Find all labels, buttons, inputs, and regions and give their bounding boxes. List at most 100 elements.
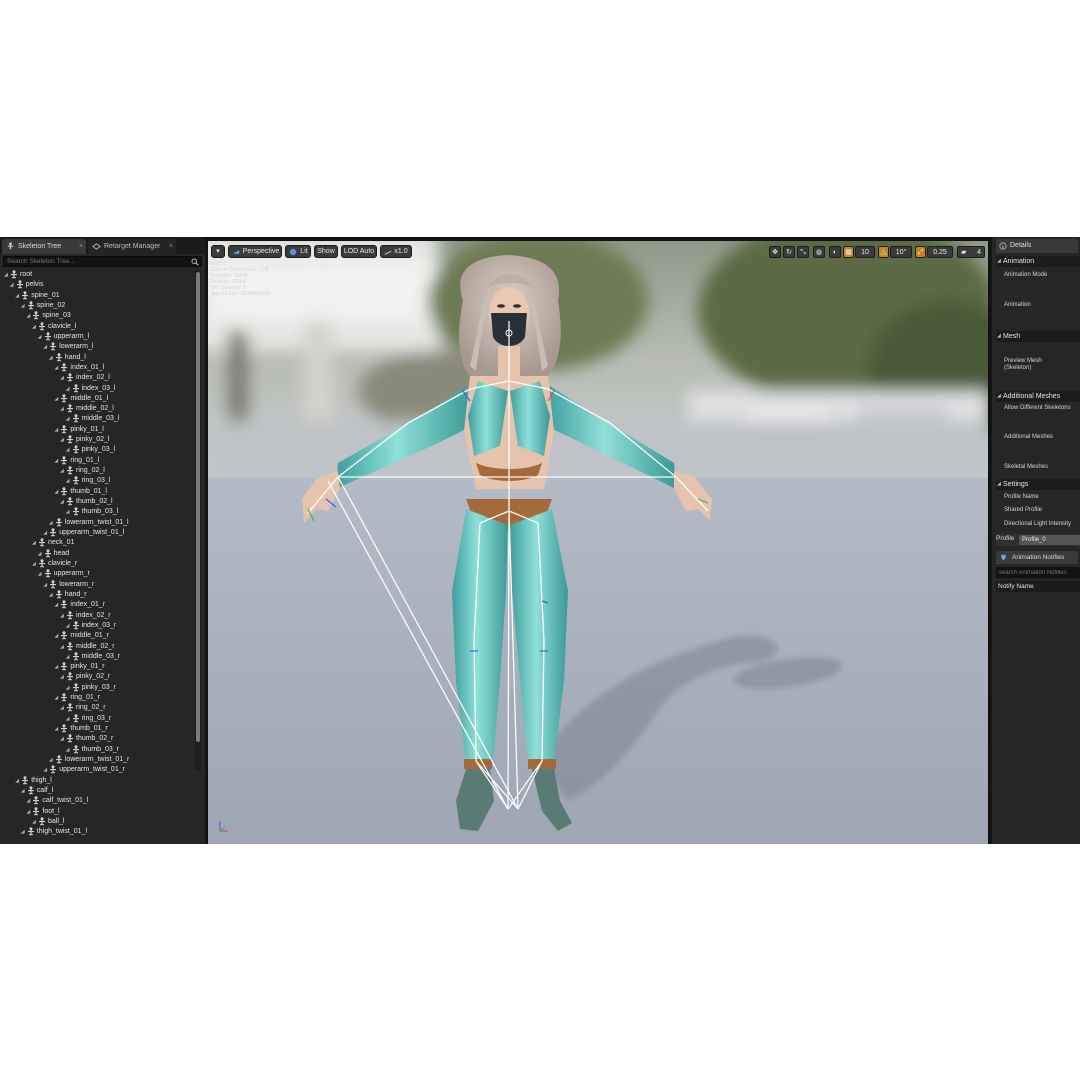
bone-row-index-01-r[interactable]: ◢ index_01_r bbox=[54, 600, 105, 610]
bone-row-middle-01-r[interactable]: ◢ middle_01_r bbox=[54, 631, 109, 641]
bone-row-index-03-r[interactable]: ◢ index_03_r bbox=[66, 621, 116, 631]
bone-row-spine-03[interactable]: ◢ spine_03 bbox=[26, 311, 71, 321]
category-additional-meshes[interactable]: ◢ Additional Meshes bbox=[996, 391, 1080, 402]
tab-retarget-manager[interactable]: Retarget Manager × bbox=[88, 239, 176, 254]
bone-row-thumb-03-l[interactable]: ◢ thumb_03_l bbox=[66, 507, 118, 517]
bone-row-upperarm-l[interactable]: ◢ upperarm_l bbox=[38, 332, 89, 342]
show-button[interactable]: Show bbox=[314, 245, 338, 258]
perspective-button[interactable]: Perspective bbox=[228, 245, 282, 258]
bone-name: head bbox=[53, 549, 70, 557]
bone-row-lowerarm-twist-01-l[interactable]: ◢ lowerarm_twist_01_l bbox=[49, 517, 129, 528]
bone-row-ring-03-l[interactable]: ◢ ring_03_l bbox=[66, 476, 110, 486]
bone-row-upperarm-twist-01-l[interactable]: ◢ upperarm_twist_01_l bbox=[43, 528, 124, 538]
bone-row-root[interactable]: ◢ root bbox=[4, 270, 32, 280]
bone-icon bbox=[72, 476, 80, 485]
close-icon[interactable]: × bbox=[79, 239, 83, 254]
bone-row-thumb-03-r[interactable]: ◢ thumb_03_r bbox=[66, 745, 119, 755]
translate-tool-button[interactable]: ✥ bbox=[769, 246, 781, 258]
bone-row-ring-02-r[interactable]: ◢ ring_02_r bbox=[60, 703, 106, 713]
bone-row-middle-03-r[interactable]: ◢ middle_03_r bbox=[66, 652, 120, 662]
bone-row-pinky-01-r[interactable]: ◢ pinky_01_r bbox=[54, 662, 105, 672]
bone-row-pelvis[interactable]: ◢ pelvis bbox=[10, 280, 44, 290]
category-mesh[interactable]: ◢ Mesh bbox=[996, 331, 1080, 342]
close-icon[interactable]: × bbox=[169, 239, 173, 254]
bone-row-index-03-l[interactable]: ◢ index_03_l bbox=[66, 383, 115, 394]
bone-row-ball-l[interactable]: ◢ ball_l bbox=[32, 817, 64, 827]
surface-snap-button[interactable]: ◐ bbox=[829, 246, 841, 258]
tab-details[interactable]: Details bbox=[996, 239, 1078, 253]
bone-row-middle-03-l[interactable]: ◢ middle_03_l bbox=[66, 414, 119, 424]
bone-row-middle-02-l[interactable]: ◢ middle_02_l bbox=[60, 404, 114, 414]
bone-row-thigh-twist-01-l[interactable]: ◢ thigh_twist_01_l bbox=[21, 827, 87, 837]
tab-skeleton-tree[interactable]: Skeleton Tree × bbox=[2, 239, 86, 254]
camera-speed-button[interactable]: ▰ 4 bbox=[957, 246, 985, 258]
category-animation[interactable]: ◢ Animation bbox=[996, 256, 1080, 267]
rotation-snap-toggle[interactable]: △ bbox=[878, 246, 889, 258]
category-settings[interactable]: ◢ Settings bbox=[996, 479, 1080, 490]
bone-row-clavicle-r[interactable]: ◢ clavicle_r bbox=[32, 559, 77, 569]
lod-button[interactable]: LOD Auto bbox=[341, 245, 377, 258]
grid-snap-value[interactable]: 10 bbox=[855, 246, 875, 258]
bone-row-ring-01-r[interactable]: ◢ ring_01_r bbox=[54, 693, 100, 703]
bone-row-pinky-03-r[interactable]: ◢ pinky_03_r bbox=[66, 683, 116, 693]
bone-row-thumb-01-l[interactable]: ◢ thumb_01_l bbox=[54, 487, 107, 497]
viewport-menu-button[interactable]: ▾ bbox=[211, 245, 225, 258]
bone-row-calf-l[interactable]: ◢ calf_l bbox=[21, 786, 53, 796]
profile-dropdown[interactable]: Profile_0 bbox=[1019, 535, 1080, 545]
bone-row-middle-02-r[interactable]: ◢ middle_02_r bbox=[60, 641, 115, 652]
bone-row-lowerarm-l[interactable]: ◢ lowerarm_l bbox=[43, 342, 93, 352]
retarget-icon bbox=[92, 243, 101, 250]
bone-icon bbox=[66, 373, 74, 382]
bone-row-upperarm-twist-01-r[interactable]: ◢ upperarm_twist_01_r bbox=[43, 765, 125, 775]
scrollbar-thumb[interactable] bbox=[196, 272, 200, 742]
grid-snap-toggle[interactable]: ▦ bbox=[843, 246, 854, 258]
bone-row-foot-l[interactable]: ◢ foot_l bbox=[26, 806, 60, 817]
notifies-search-input[interactable] bbox=[998, 568, 1080, 577]
playback-speed-button[interactable]: x1.0 bbox=[380, 245, 412, 258]
tab-animation-notifies[interactable]: Animation Notifies bbox=[996, 551, 1078, 564]
bone-icon bbox=[60, 693, 68, 702]
bone-row-index-02-r[interactable]: ◢ index_02_r bbox=[60, 610, 111, 621]
bone-row-clavicle-l[interactable]: ◢ clavicle_l bbox=[32, 321, 76, 332]
bone-row-lowerarm-twist-01-r[interactable]: ◢ lowerarm_twist_01_r bbox=[49, 755, 129, 765]
bone-row-pinky-02-l[interactable]: ◢ pinky_02_l bbox=[60, 435, 109, 445]
bone-row-ring-01-l[interactable]: ◢ ring_01_l bbox=[54, 456, 99, 466]
preview-viewport[interactable]: ▾ Perspective Lit Show LOD Auto x1.0 LOD… bbox=[208, 241, 988, 844]
scale-snap-value[interactable]: 0.25 bbox=[927, 246, 953, 258]
bone-row-spine-01[interactable]: ◢ spine_01 bbox=[15, 290, 60, 301]
bone-row-hand-l[interactable]: ◢ hand_l bbox=[49, 352, 86, 363]
bone-row-index-01-l[interactable]: ◢ index_01_l bbox=[54, 363, 104, 373]
bone-row-thumb-02-l[interactable]: ◢ thumb_02_l bbox=[60, 497, 113, 507]
bone-row-pinky-02-r[interactable]: ◢ pinky_02_r bbox=[60, 672, 110, 682]
lit-button[interactable]: Lit bbox=[285, 245, 311, 258]
bone-row-lowerarm-r[interactable]: ◢ lowerarm_r bbox=[43, 579, 94, 590]
bone-row-calf-twist-01-l[interactable]: ◢ calf_twist_01_l bbox=[26, 796, 88, 806]
bone-row-spine-02[interactable]: ◢ spine_02 bbox=[21, 301, 65, 311]
bone-row-thumb-02-r[interactable]: ◢ thumb_02_r bbox=[60, 734, 113, 744]
tab-label: Skeleton Tree bbox=[18, 243, 62, 250]
rotation-snap-value[interactable]: 10° bbox=[890, 246, 912, 258]
bone-name: ring_02_r bbox=[76, 704, 106, 712]
skeleton-search-input[interactable] bbox=[7, 257, 187, 266]
bone-row-upperarm-r[interactable]: ◢ upperarm_r bbox=[38, 569, 90, 579]
bone-row-head[interactable]: ◢ head bbox=[38, 548, 70, 559]
bone-row-index-02-l[interactable]: ◢ index_02_l bbox=[60, 373, 110, 383]
bone-row-pinky-03-l[interactable]: ◢ pinky_03_l bbox=[66, 445, 115, 455]
rotate-tool-button[interactable]: ↻ bbox=[783, 246, 795, 258]
bone-row-pinky-01-l[interactable]: ◢ pinky_01_l bbox=[54, 425, 104, 435]
notify-name-column-header[interactable]: Notify Name bbox=[996, 581, 1080, 592]
scale-tool-button[interactable]: ⤡ bbox=[797, 246, 809, 258]
bone-row-neck-01[interactable]: ◢ neck_01 bbox=[32, 538, 74, 548]
bone-row-hand-r[interactable]: ◢ hand_r bbox=[49, 590, 87, 600]
world-local-button[interactable]: ◍ bbox=[813, 246, 825, 258]
bone-row-middle-01-l[interactable]: ◢ middle_01_l bbox=[54, 394, 108, 404]
tree-scrollbar[interactable] bbox=[195, 270, 201, 770]
bone-row-thigh-l[interactable]: ◢ thigh_l bbox=[15, 775, 52, 786]
bone-row-ring-03-r[interactable]: ◢ ring_03_r bbox=[66, 714, 111, 724]
search-icon[interactable] bbox=[191, 258, 199, 266]
bone-row-ring-02-l[interactable]: ◢ ring_02_l bbox=[60, 466, 105, 476]
scale-snap-toggle[interactable]: ⤢ bbox=[915, 246, 926, 258]
bone-row-thumb-01-r[interactable]: ◢ thumb_01_r bbox=[54, 724, 108, 734]
bone-icon bbox=[44, 569, 52, 578]
info-icon bbox=[999, 242, 1007, 250]
